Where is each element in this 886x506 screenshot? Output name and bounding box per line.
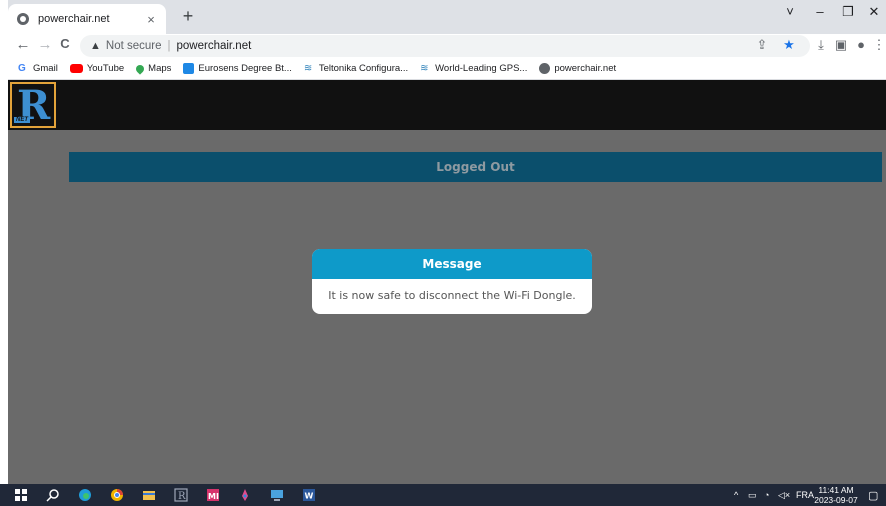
status-banner: Logged Out xyxy=(69,152,882,182)
file-explorer-icon[interactable] xyxy=(142,488,156,502)
rnet-app-icon[interactable]: R xyxy=(174,488,188,502)
tray-chevron-icon[interactable]: ^ xyxy=(734,484,738,506)
dialog-message: It is now safe to disconnect the Wi-Fi D… xyxy=(328,289,576,302)
reload-button[interactable]: C xyxy=(56,36,74,51)
profile-icon[interactable]: ● xyxy=(852,37,870,52)
remote-app-icon[interactable] xyxy=(270,488,284,502)
tab-title: powerchair.net xyxy=(38,13,110,25)
page-content: R NET Logged Out Message It is now safe … xyxy=(8,80,886,484)
search-icon[interactable] xyxy=(46,488,60,502)
taskbar: R MI W ^ ▭ ◔ ◁× FRA 11:41 AM 2023-09-07 … xyxy=(0,484,886,506)
chrome-icon[interactable] xyxy=(110,488,124,502)
mi-app-icon[interactable]: MI xyxy=(206,488,220,502)
clock-date: 2023-09-07 xyxy=(814,495,858,505)
notification-icon[interactable]: ▢ xyxy=(868,484,878,506)
tab-powerchair[interactable]: powerchair.net × xyxy=(8,4,166,34)
globe-icon xyxy=(539,63,551,74)
new-tab-button[interactable]: + xyxy=(176,6,200,27)
tab-close-icon[interactable]: × xyxy=(144,12,158,27)
gmail-icon: G xyxy=(18,63,26,74)
svg-text:MI: MI xyxy=(208,492,219,501)
bookmark-star-icon[interactable]: ★ xyxy=(780,37,798,53)
youtube-icon xyxy=(69,64,83,73)
teltonika-icon: ≋ xyxy=(420,63,429,74)
dialog-title: Message xyxy=(422,257,482,271)
clock[interactable]: 11:41 AM 2023-09-07 xyxy=(814,485,858,505)
forward-button[interactable]: → xyxy=(36,36,54,53)
edge-icon[interactable] xyxy=(78,488,92,502)
browser-window: powerchair.net × + ˅ – ❐ ✕ ← → C ▲ Not s… xyxy=(0,0,886,506)
svg-text:R: R xyxy=(178,491,186,502)
eurosens-icon xyxy=(183,63,195,74)
clock-time: 11:41 AM xyxy=(818,485,854,495)
url-text[interactable]: powerchair.net xyxy=(177,40,252,52)
bookmark-eurosens[interactable]: Eurosens Degree Bt... xyxy=(183,63,292,74)
bookmark-powerchair[interactable]: powerchair.net xyxy=(539,63,616,74)
menu-icon[interactable]: ⋮ xyxy=(870,37,886,53)
browser-toolbar: ← → C ▲ Not secure | powerchair.net ⇪ ★ … xyxy=(8,34,886,58)
bookmark-gmail[interactable]: G Gmail xyxy=(18,63,58,74)
windows-start-icon[interactable] xyxy=(14,488,28,502)
battery-icon[interactable]: ▭ xyxy=(748,484,757,506)
bookmarks-bar: G Gmail YouTube Maps Eurosens Degree Bt.… xyxy=(8,58,886,80)
address-separator: | xyxy=(167,40,171,52)
dialog-header: Message xyxy=(312,249,592,279)
address-bar[interactable]: ▲ Not secure | powerchair.net xyxy=(80,35,810,57)
download-icon[interactable]: ⤓ xyxy=(812,37,830,53)
bookmark-teltonika[interactable]: ≋ Teltonika Configura... xyxy=(304,63,408,74)
maps-icon xyxy=(134,62,146,75)
close-window-button[interactable]: ✕ xyxy=(860,4,886,20)
minimize-button[interactable]: – xyxy=(806,4,834,19)
status-text: Logged Out xyxy=(436,160,515,174)
svg-text:W: W xyxy=(305,492,314,501)
language-indicator[interactable]: FRA xyxy=(796,484,814,506)
bookmark-maps[interactable]: Maps xyxy=(134,62,171,75)
side-panel-icon[interactable]: ▣ xyxy=(832,37,850,53)
volume-icon[interactable]: ◁× xyxy=(778,484,790,506)
word-icon[interactable]: W xyxy=(302,488,316,502)
pen-app-icon[interactable] xyxy=(238,488,252,502)
warning-icon[interactable]: ▲ xyxy=(90,40,101,52)
security-label: Not secure xyxy=(105,40,162,52)
bookmark-youtube[interactable]: YouTube xyxy=(69,63,124,74)
restore-button[interactable]: ❐ xyxy=(834,4,862,20)
rnet-logo[interactable]: R NET xyxy=(10,82,56,129)
globe-icon xyxy=(17,13,29,25)
share-icon[interactable]: ⇪ xyxy=(753,37,771,53)
logo-sub: NET xyxy=(14,117,30,123)
bookmark-world-leading-gps[interactable]: ≋ World-Leading GPS... xyxy=(420,63,527,74)
tab-search-icon[interactable]: ˅ xyxy=(776,4,804,19)
tab-strip: powerchair.net × + ˅ – ❐ ✕ xyxy=(8,0,886,34)
site-header: R NET xyxy=(8,80,886,130)
teltonika-icon: ≋ xyxy=(303,63,313,74)
wifi-icon[interactable]: ◔ xyxy=(764,484,769,506)
message-dialog: Message It is now safe to disconnect the… xyxy=(312,249,592,314)
back-button[interactable]: ← xyxy=(14,36,32,53)
